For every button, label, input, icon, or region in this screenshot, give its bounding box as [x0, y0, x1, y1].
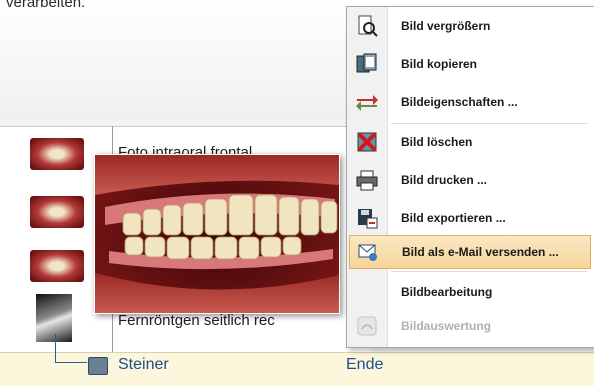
export-disk-icon — [355, 206, 379, 230]
menu-item-export[interactable]: Bild exportieren ... — [349, 201, 591, 235]
properties-arrows-icon — [355, 90, 379, 114]
menu-separator — [391, 271, 587, 272]
context-menu: Bild vergrößern Bild kopieren Bildeigens… — [346, 6, 594, 348]
menu-label-enlarge: Bild vergrößern — [401, 19, 491, 33]
thumbnail-xray[interactable] — [36, 294, 72, 342]
menu-item-email[interactable]: Bild als e-Mail versenden ... — [349, 235, 591, 269]
intro-text: verarbeiten. — [6, 0, 86, 11]
menu-label-properties: Bildeigenschaften ... — [401, 95, 518, 109]
tree-item-steiner[interactable]: Steiner — [118, 356, 169, 374]
menu-label-email: Bild als e-Mail versenden ... — [402, 245, 559, 259]
menu-item-properties[interactable]: Bildeigenschaften ... — [349, 85, 591, 119]
menu-item-copy[interactable]: Bild kopieren — [349, 47, 591, 81]
menu-label-delete: Bild löschen — [401, 135, 473, 149]
delete-x-icon — [355, 130, 379, 154]
copy-icon — [355, 52, 379, 76]
menu-label-image-editing: Bildbearbeitung — [401, 285, 493, 299]
menu-label-export: Bild exportieren ... — [401, 211, 506, 225]
magnifier-page-icon — [355, 14, 379, 38]
menu-item-enlarge[interactable]: Bild vergrößern — [349, 9, 591, 43]
teeth-photo — [95, 155, 339, 313]
menu-label-image-analysis: Bildauswertung — [401, 319, 492, 333]
row-label-xray[interactable]: Fernröntgen seitlich rec — [118, 312, 275, 329]
analysis-node-icon — [88, 357, 108, 375]
menu-separator — [391, 123, 587, 124]
thumbnail-lateral-left[interactable] — [30, 250, 84, 282]
menu-item-delete[interactable]: Bild löschen — [349, 125, 591, 159]
image-preview-popup — [94, 154, 340, 314]
menu-item-image-analysis: Bildauswertung — [349, 309, 591, 343]
email-icon — [356, 240, 380, 264]
menu-item-image-editing[interactable]: Bildbearbeitung — [349, 275, 591, 309]
tree-connector-horizontal — [55, 362, 87, 363]
column-ende: Ende — [346, 356, 384, 373]
thumbnail-lateral-right[interactable] — [30, 196, 84, 228]
menu-label-copy: Bild kopieren — [401, 57, 478, 71]
printer-icon — [355, 168, 379, 192]
menu-item-print[interactable]: Bild drucken ... — [349, 163, 591, 197]
thumbnail-frontal[interactable] — [30, 138, 84, 170]
tree-connector-vertical — [55, 334, 56, 362]
analysis-icon — [355, 314, 379, 338]
menu-label-print: Bild drucken ... — [401, 173, 488, 187]
